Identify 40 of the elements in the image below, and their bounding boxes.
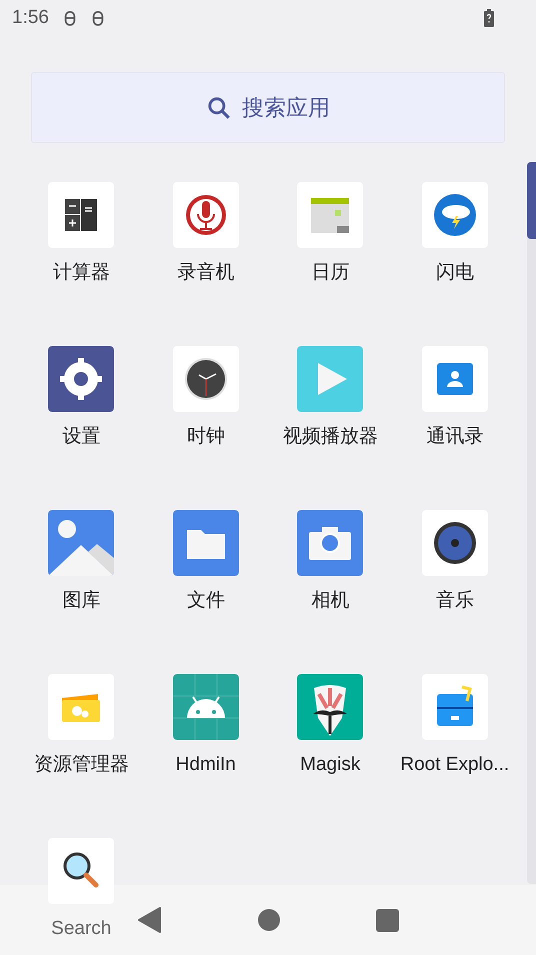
app-label[interactable]: 资源管理器 [34, 751, 129, 780]
app-label[interactable]: 图库 [62, 587, 100, 616]
app-label[interactable]: 计算器 [52, 259, 110, 288]
recents-icon[interactable] [376, 908, 398, 932]
magnifier-icon[interactable] [48, 838, 114, 904]
cloud-lightning-icon[interactable] [422, 182, 488, 248]
contact-card-icon[interactable] [422, 346, 488, 412]
app-label[interactable]: 相机 [311, 587, 350, 616]
search-icon [206, 94, 232, 120]
camera-icon[interactable] [297, 510, 364, 576]
search-placeholder: 搜索应用 [242, 94, 330, 122]
image-icon[interactable] [48, 510, 114, 576]
app-label[interactable]: 录音机 [177, 259, 234, 288]
app-label[interactable]: Magisk [300, 751, 360, 780]
scrollbar-thumb[interactable] [527, 162, 536, 239]
file-cabinet-icon[interactable] [422, 674, 488, 740]
android-icon[interactable] [172, 674, 239, 740]
app-label[interactable]: 文件 [186, 587, 225, 616]
app-label[interactable]: 视频播放器 [282, 423, 378, 452]
status-time: 1:56 [12, 6, 49, 30]
home-icon[interactable] [258, 909, 280, 931]
clock-icon[interactable] [172, 346, 239, 412]
app-label[interactable]: 日历 [311, 259, 350, 288]
microphone-icon[interactable] [172, 182, 239, 248]
app-label[interactable]: 闪电 [436, 259, 474, 288]
notification-icon [90, 10, 105, 26]
app-label[interactable]: Search [51, 915, 112, 944]
app-label[interactable]: 音乐 [436, 587, 474, 616]
search-field[interactable]: 搜索应用 [31, 72, 505, 143]
folder-icon[interactable] [172, 510, 239, 576]
notification-icon [62, 10, 77, 26]
back-icon[interactable] [138, 907, 162, 933]
app-label[interactable]: Root Explo... [400, 751, 510, 780]
app-label[interactable]: 设置 [62, 423, 100, 452]
battery-icon [484, 9, 494, 27]
speaker-icon[interactable] [422, 510, 488, 576]
calculator-icon[interactable] [48, 182, 114, 248]
app-label[interactable]: HdmiIn [176, 751, 236, 780]
app-label[interactable]: 通讯录 [426, 423, 484, 452]
app-label[interactable]: 时钟 [186, 423, 225, 452]
